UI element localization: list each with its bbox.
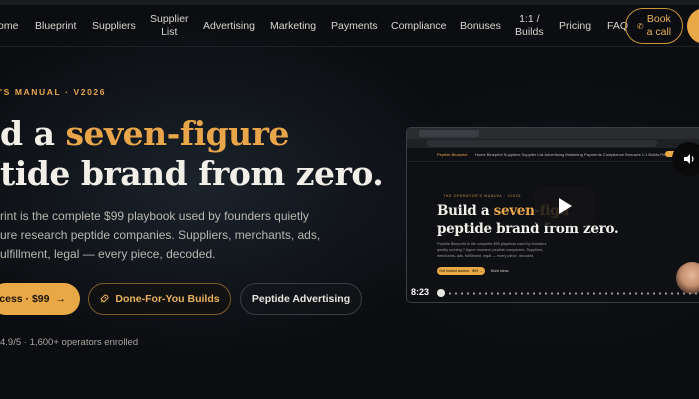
video-time: 8:23	[411, 287, 430, 297]
video-url-bar	[427, 140, 657, 147]
video-mini-secondary: Build ideas	[491, 269, 509, 273]
video-mini-cta: Get instant access · $99 →	[437, 267, 485, 275]
hero-title-line2: tide brand from zero.	[0, 154, 384, 193]
speaker-icon[interactable]	[672, 142, 699, 176]
play-button[interactable]	[534, 186, 594, 226]
hero-title-line1: d a seven-figure	[0, 112, 290, 156]
hero-title-text: d a	[0, 114, 66, 153]
video-mini-links: Home Blueprint Suppliers Supplier List A…	[475, 152, 682, 157]
nav-item-payments[interactable]: Payments	[331, 5, 378, 47]
nav-item-advertising[interactable]: Advertising	[203, 5, 255, 47]
nav-item-marketing[interactable]: Marketing	[270, 5, 316, 47]
nav-label: Marketing	[270, 19, 317, 32]
video-mini-logo: Peptide Blueprint	[437, 152, 468, 157]
rocket-icon	[100, 294, 109, 303]
done-for-you-button[interactable]: Done-For-You Builds	[88, 283, 231, 315]
hero-subtitle: rint is the complete $99 playbook used b…	[0, 207, 340, 264]
nav-label: Supplier	[150, 13, 189, 25]
hero-title-highlight: seven-figure	[65, 114, 290, 153]
nav-item-bonuses[interactable]: Bonuses	[460, 5, 501, 47]
video-mini-subtitle: Peptide Blueprint is the complete $99 pl…	[437, 241, 546, 259]
nav-label: 1:1 /	[519, 13, 540, 25]
nav-label: Pricing	[559, 19, 592, 32]
get-access-label: ccess · $99	[0, 293, 50, 305]
speaker-glyph	[684, 154, 694, 164]
nav-label: Blueprint	[35, 19, 77, 32]
nav-label: Bonuses	[460, 19, 501, 32]
subtitle-line: ulfillment, legal — every piece, decoded…	[0, 247, 216, 261]
top-nav: ome Blueprint Suppliers Supplier List Ad…	[0, 5, 699, 47]
nav-label: Compliance	[391, 19, 447, 32]
book-call-button[interactable]: ✆ Book a call	[625, 8, 683, 44]
get-access-button[interactable]: ccess · $99 →	[0, 283, 80, 315]
peptide-advertising-label: Peptide Advertising	[251, 293, 351, 305]
nav-item-builds[interactable]: 1:1 / Builds	[515, 5, 544, 47]
video-progress-handle[interactable]	[437, 289, 445, 297]
subtitle-line: ure research peptide companies. Supplier…	[0, 228, 321, 242]
video-progress-track[interactable]	[441, 292, 699, 295]
rating-text: 4.9/5 · 1,600+ operators enrolled	[0, 337, 139, 348]
video-browser-tab	[419, 130, 479, 137]
nav-item-compliance[interactable]: Compliance	[391, 5, 446, 47]
nav-label: ome	[0, 19, 19, 32]
video-mini-title-text: Build a	[437, 203, 494, 219]
arrow-right-icon: →	[55, 293, 67, 305]
book-call-label: Book	[646, 13, 671, 25]
video-mini-nav: Peptide Blueprint Home Blueprint Supplie…	[407, 148, 699, 162]
nav-label: Builds	[515, 26, 544, 38]
nav-item-suppliers[interactable]: Suppliers	[92, 5, 136, 47]
done-for-you-label: Done-For-You Builds	[115, 293, 220, 305]
nav-label: Advertising	[203, 19, 255, 32]
video-player[interactable]: Peptide Blueprint Home Blueprint Supplie…	[406, 127, 699, 303]
phone-icon: ✆	[636, 21, 644, 31]
play-icon	[559, 198, 572, 214]
nav-label: Payments	[331, 19, 378, 32]
nav-item-supplier-list[interactable]: Supplier List	[150, 5, 189, 47]
nav-label: Suppliers	[92, 19, 136, 32]
nav-item-blueprint[interactable]: Blueprint	[35, 5, 76, 47]
video-mini-eyebrow: THE OPERATOR'S MANUAL · V2026	[443, 194, 521, 198]
nav-item-pricing[interactable]: Pricing	[559, 5, 591, 47]
nav-label: List	[161, 26, 178, 38]
subtitle-line: rint is the complete $99 playbook used b…	[0, 209, 309, 223]
hero-eyebrow: 'S MANUAL · V2026	[0, 87, 107, 97]
nav-item-home[interactable]: ome	[0, 5, 18, 47]
book-call-label: a call	[646, 26, 672, 38]
video-mini-sub-line: merchants, ads, fulfillment, legal — eve…	[437, 254, 535, 258]
peptide-advertising-button[interactable]: Peptide Advertising	[240, 283, 362, 315]
